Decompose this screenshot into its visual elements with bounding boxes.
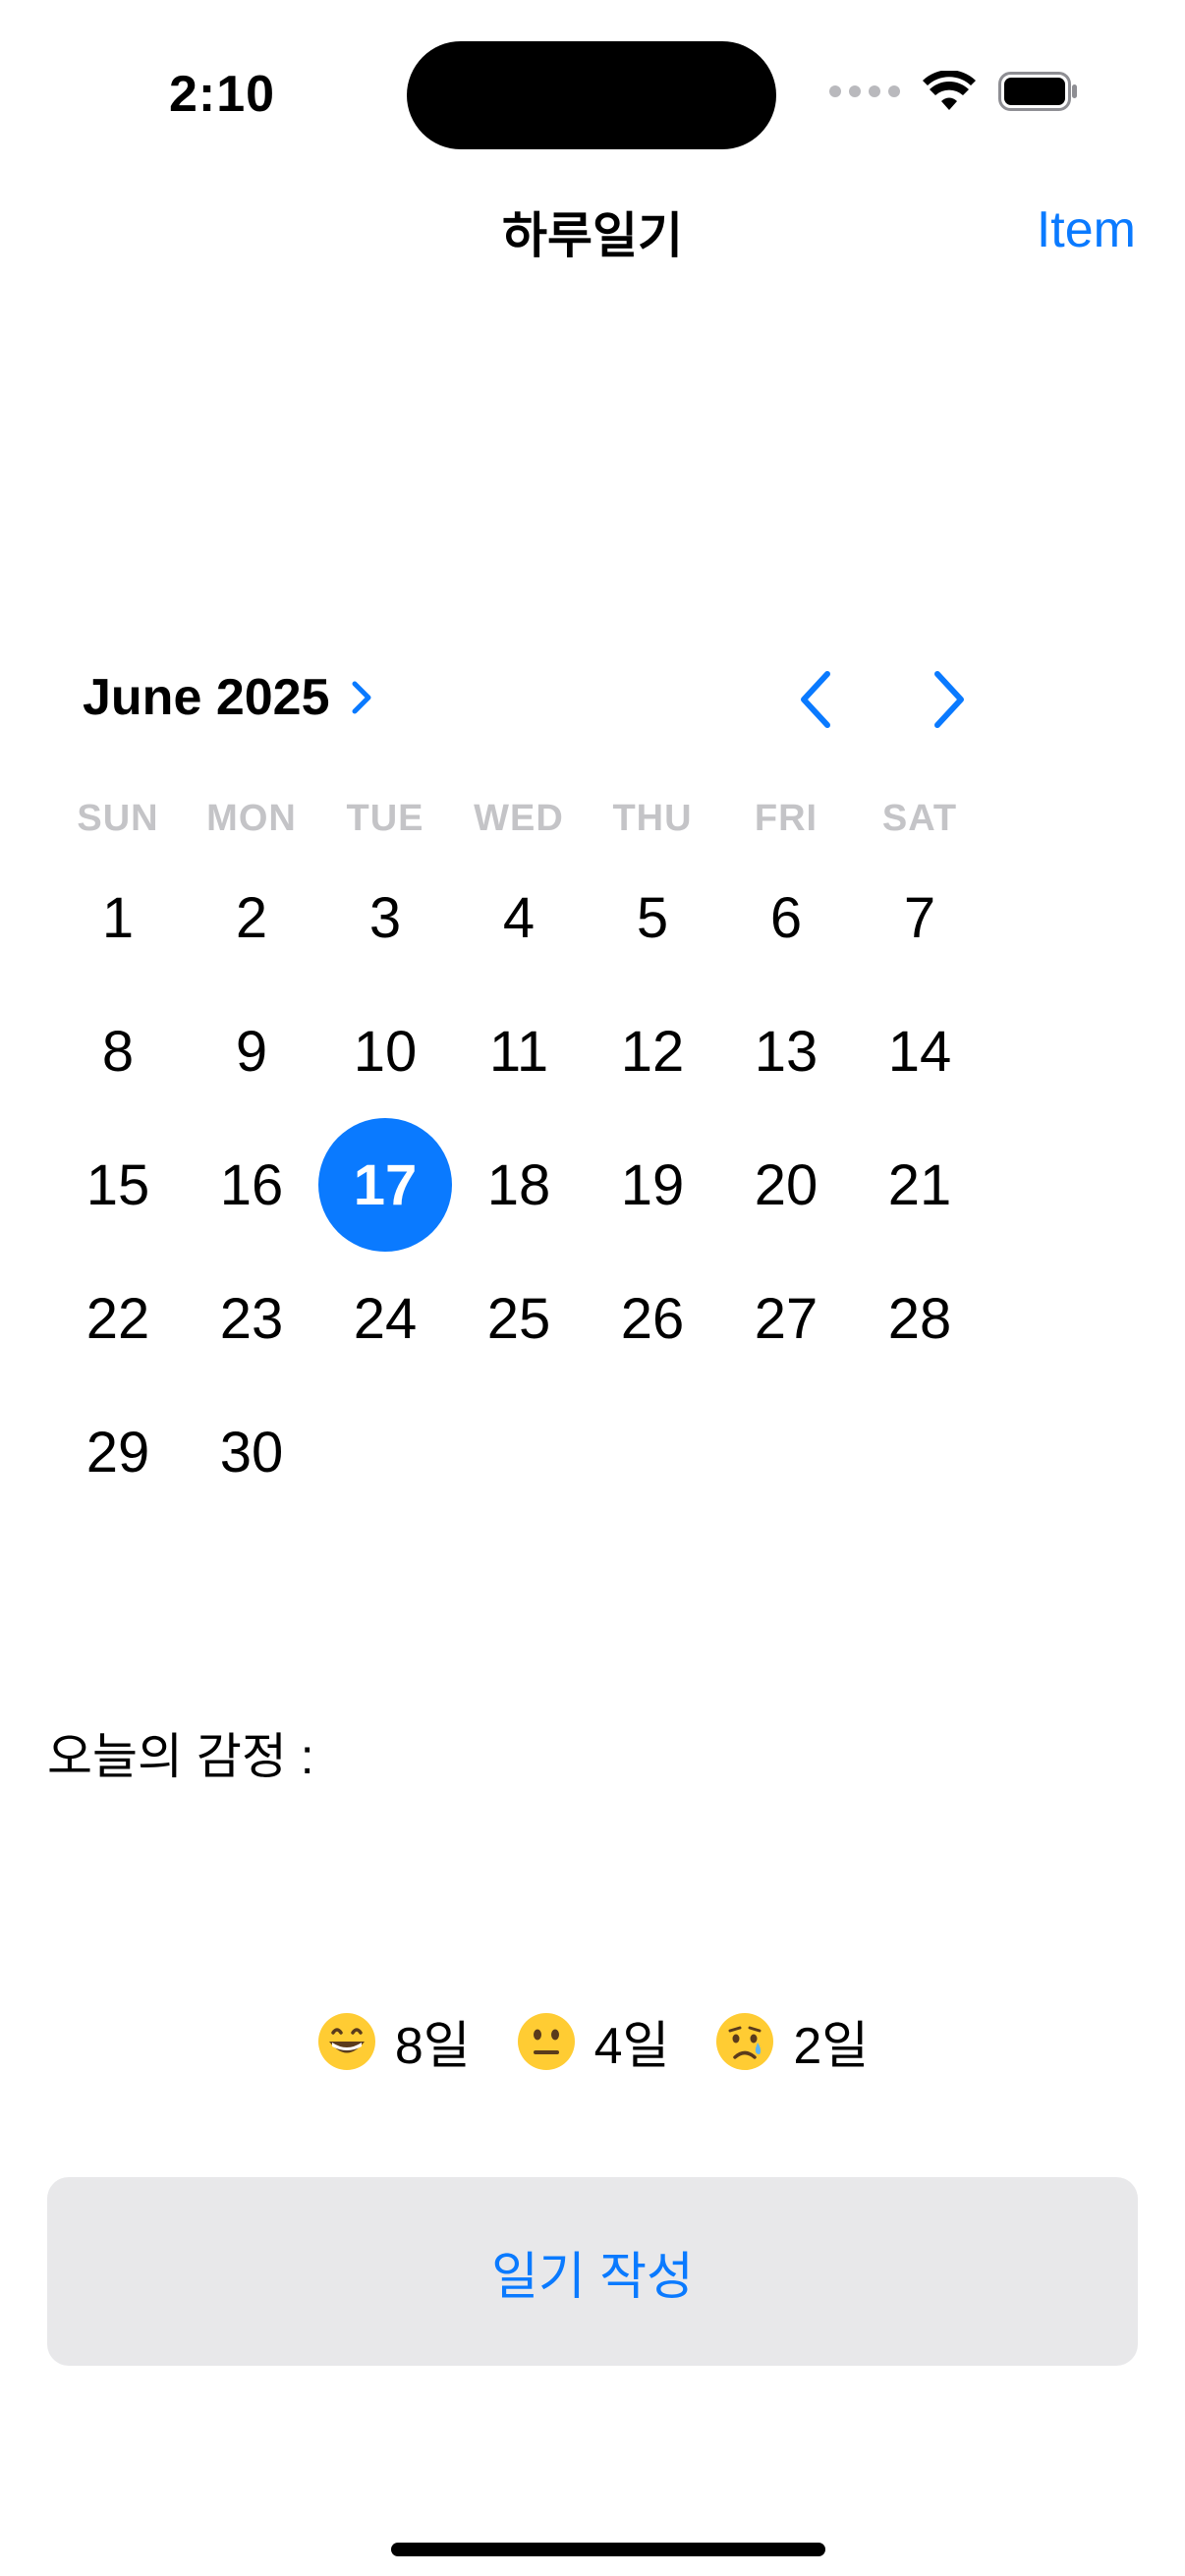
cellular-dots-icon [829,85,900,97]
grinning-face-icon [317,2012,375,2070]
calendar-day[interactable]: 14 [853,984,987,1118]
calendar-day[interactable]: 21 [853,1118,987,1252]
calendar-day-number: 19 [620,1152,685,1217]
calendar-day-number: 25 [486,1286,551,1351]
home-indicator[interactable] [391,2543,825,2556]
calendar-day-number: 16 [219,1152,284,1217]
status-time: 2:10 [169,66,276,123]
calendar-day[interactable]: 1 [51,851,185,984]
calendar-day-number: 20 [754,1152,818,1217]
calendar-day-selected[interactable]: 17 [318,1118,452,1252]
write-diary-button[interactable]: 일기 작성 [47,2177,1138,2366]
calendar-day[interactable]: 19 [586,1118,719,1252]
weekday-sat: SAT [881,798,958,839]
calendar-day[interactable]: 12 [586,984,719,1118]
calendar-day-number: 5 [636,885,669,950]
mood-count-neutral: 4일 [593,2018,670,2075]
calendar-day[interactable]: 9 [185,984,318,1118]
calendar-day-number: 2 [235,885,268,950]
calendar-day[interactable]: 20 [719,1118,853,1252]
weekday-thu: THU [612,798,693,839]
calendar-day-number: 22 [85,1286,150,1351]
calendar-day[interactable]: 22 [51,1252,185,1385]
calendar-day[interactable]: 3 [318,851,452,984]
calendar-day[interactable]: 4 [452,851,586,984]
weekday-wed: WED [474,798,564,839]
calendar-day-number: 30 [219,1420,284,1484]
calendar-day[interactable]: 18 [452,1118,586,1252]
weekday-fri: FRI [754,798,818,839]
calendar-day[interactable]: 23 [185,1252,318,1385]
neutral-face-icon [517,2012,575,2070]
battery-icon [998,72,1077,111]
calendar-day[interactable]: 11 [452,984,586,1118]
calendar-day[interactable]: 15 [51,1118,185,1252]
weekday-sun: SUN [77,798,159,839]
weekday-mon: MON [206,798,297,839]
mood-stats: 8일 4일 2일 [0,2004,1185,2078]
calendar-day-number: 3 [368,885,402,950]
mood-count-sad: 2일 [793,2018,870,2075]
calendar-day[interactable]: 2 [185,851,318,984]
screen: 2:10 하루일기 Item June 2025 SUN MON TUE WED… [0,0,1185,2576]
calendar-day[interactable]: 16 [185,1118,318,1252]
status-bar: 2:10 [0,0,1185,196]
calendar-day-number: 24 [353,1286,418,1351]
mood-stat-sad: 2일 [714,2004,869,2078]
calendar-day-number: 17 [353,1152,418,1217]
next-month-icon[interactable] [928,668,971,731]
weekday-header: SUN MON TUE WED THU FRI SAT [51,798,1014,857]
calendar-day-number: 18 [486,1152,551,1217]
mood-stat-neutral: 4일 [516,2004,670,2078]
month-label: June 2025 [83,669,330,726]
calendar-day[interactable]: 25 [452,1252,586,1385]
calendar-day-number: 7 [903,885,936,950]
calendar-day-number: 28 [887,1286,952,1351]
calendar-day[interactable]: 26 [586,1252,719,1385]
calendar-day-number: 21 [887,1152,952,1217]
calendar-day-number: 13 [754,1019,818,1084]
calendar-day[interactable]: 27 [719,1252,853,1385]
calendar-day[interactable]: 8 [51,984,185,1118]
status-icons [829,71,1079,112]
mood-stat-happy: 8일 [316,2004,471,2078]
calendar-day-number: 23 [219,1286,284,1351]
month-picker-button[interactable]: June 2025 [83,668,375,727]
calendar-day-number: 6 [769,885,803,950]
nav-title: 하루일기 [502,208,683,263]
calendar-day-number: 15 [85,1152,150,1217]
chevron-right-icon [352,681,370,714]
calendar-day[interactable]: 10 [318,984,452,1118]
calendar-day-number: 26 [620,1286,685,1351]
calendar-day-number: 9 [235,1019,268,1084]
calendar-day-number: 29 [85,1420,150,1484]
weekday-tue: TUE [346,798,424,839]
calendar-day-number: 11 [488,1019,549,1084]
crying-face-icon [716,2012,774,2070]
calendar-day[interactable]: 13 [719,984,853,1118]
mood-count-happy: 8일 [394,2018,471,2075]
calendar-day[interactable]: 5 [586,851,719,984]
calendar-day[interactable]: 30 [185,1385,318,1519]
calendar-day[interactable]: 6 [719,851,853,984]
nav-item-button[interactable]: Item [1037,200,1136,259]
calendar-day-number: 10 [353,1019,418,1084]
calendar-day-number: 12 [620,1019,685,1084]
calendar-day-number: 4 [502,885,536,950]
calendar-day-number: 8 [101,1019,135,1084]
calendar-day-number: 14 [887,1019,952,1084]
calendar-day-number: 27 [754,1286,818,1351]
today-emotion-label: 오늘의 감정 : [47,1729,314,1784]
calendar-day-number: 1 [101,885,135,950]
calendar-day[interactable]: 29 [51,1385,185,1519]
calendar-day[interactable]: 7 [853,851,987,984]
previous-month-icon[interactable] [794,668,837,731]
calendar-day[interactable]: 24 [318,1252,452,1385]
wifi-icon [923,71,976,110]
dynamic-island [407,41,776,149]
calendar-day[interactable]: 28 [853,1252,987,1385]
